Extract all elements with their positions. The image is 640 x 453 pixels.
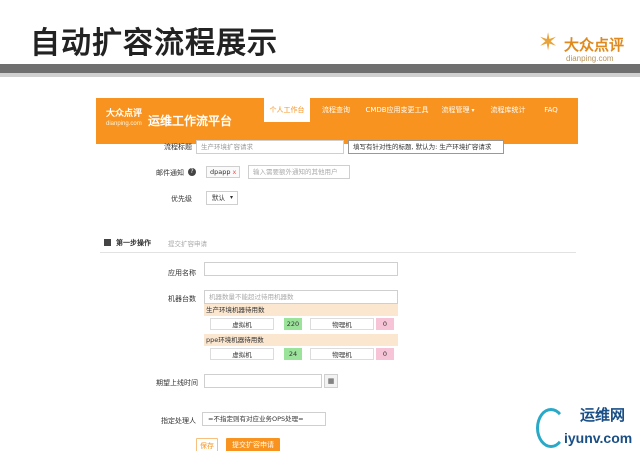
machine-count-input[interactable]: 机器数量不能超过待用机器数 bbox=[204, 290, 398, 304]
tab-workbench[interactable]: 个人工作台 bbox=[264, 98, 310, 122]
prod-vm-count: 220 bbox=[284, 318, 302, 330]
close-icon[interactable]: x bbox=[233, 168, 237, 176]
expected-time-label: 期望上线时间 bbox=[156, 379, 198, 387]
app-name-label: 应用名称 bbox=[168, 269, 196, 277]
priority-value: 默认 bbox=[212, 194, 225, 202]
tab-process-stats[interactable]: 流程库统计 bbox=[486, 98, 530, 122]
app-window: 大众点评 dianping.com 运维工作流平台 个人工作台 流程查询 CMD… bbox=[96, 98, 578, 451]
app-logo-en: dianping.com bbox=[106, 121, 142, 127]
header-band-light bbox=[0, 73, 640, 77]
watermark-en: iyunv.com bbox=[564, 430, 633, 446]
help-icon[interactable]: ? bbox=[188, 168, 196, 176]
section-subtitle: 提交扩容申请 bbox=[168, 240, 207, 248]
prod-vm-label: 虚拟机 bbox=[210, 318, 274, 330]
process-title-label: 流程标题 bbox=[164, 143, 192, 151]
tab-process-query[interactable]: 流程查询 bbox=[314, 98, 358, 122]
brand-logo: ✶ 大众点评 dianping.com bbox=[538, 30, 634, 66]
email-notify-input[interactable]: 输入需要额外通知的其他用户 bbox=[248, 165, 350, 179]
watermark-cn: 运维网 bbox=[580, 406, 626, 424]
app-name-input[interactable] bbox=[204, 262, 398, 276]
priority-label: 优先级 bbox=[171, 195, 192, 203]
process-title-input[interactable]: 生产环境扩容请求 bbox=[196, 140, 344, 154]
prod-heading: 生产环境机器待用数 bbox=[204, 304, 398, 316]
app-title: 运维工作流平台 bbox=[148, 114, 233, 128]
ppe-pm-label: 物理机 bbox=[310, 348, 374, 360]
expected-time-input[interactable] bbox=[204, 374, 322, 388]
prod-pm-label: 物理机 bbox=[310, 318, 374, 330]
section-step-one: 第一步操作 提交扩容申请 bbox=[100, 233, 576, 253]
email-notify-label: 邮件通知 bbox=[156, 169, 184, 177]
tab-cmdb-tool[interactable]: CMDB应用变更工具 bbox=[360, 98, 434, 122]
process-title-hint: 填写有针对性的标题, 默认为: 生产环境扩容请求 bbox=[348, 140, 504, 154]
machine-count-label: 机器台数 bbox=[168, 295, 196, 303]
slide-title: 自动扩容流程展示 bbox=[30, 26, 278, 61]
watermark-ring-icon bbox=[536, 408, 566, 448]
brand-name: 大众点评 bbox=[564, 36, 625, 54]
prod-pm-count: 0 bbox=[376, 318, 394, 330]
calendar-icon[interactable]: ▦ bbox=[324, 374, 338, 388]
assignee-select[interactable]: =不指定则有对应业务OPS处理= bbox=[202, 412, 326, 426]
email-tag[interactable]: dpapp x bbox=[206, 166, 241, 178]
header-band bbox=[0, 64, 640, 73]
app-logo[interactable]: 大众点评 dianping.com bbox=[106, 106, 142, 132]
assignee-label: 指定处理人 bbox=[161, 417, 196, 425]
brand-domain: dianping.com bbox=[566, 54, 614, 63]
email-tag-label: dpapp bbox=[210, 168, 231, 176]
app-logo-cn: 大众点评 bbox=[106, 109, 143, 119]
ppe-heading: ppe环境机器待用数 bbox=[204, 334, 398, 346]
chevron-down-icon: ▾ bbox=[229, 194, 233, 201]
tab-process-manage[interactable]: 流程管理 ▾ bbox=[436, 98, 480, 122]
watermark: 运维网 iyunv.com bbox=[536, 404, 640, 453]
save-button[interactable]: 保存 bbox=[196, 438, 218, 451]
priority-select[interactable]: 默认 ▾ bbox=[206, 191, 238, 205]
ppe-vm-count: 24 bbox=[284, 348, 302, 360]
chevron-down-icon: ▾ bbox=[471, 107, 475, 114]
tab-process-manage-label: 流程管理 bbox=[441, 106, 470, 114]
submit-button[interactable]: 提交扩容申请 bbox=[226, 438, 280, 451]
ppe-pm-count: 0 bbox=[376, 348, 394, 360]
tab-faq[interactable]: FAQ bbox=[536, 98, 566, 122]
section-title: 第一步操作 bbox=[116, 239, 151, 247]
star-icon: ✶ bbox=[538, 28, 559, 56]
top-nav: 大众点评 dianping.com 运维工作流平台 个人工作台 流程查询 CMD… bbox=[96, 98, 578, 144]
ppe-vm-label: 虚拟机 bbox=[210, 348, 274, 360]
list-icon bbox=[104, 239, 111, 246]
